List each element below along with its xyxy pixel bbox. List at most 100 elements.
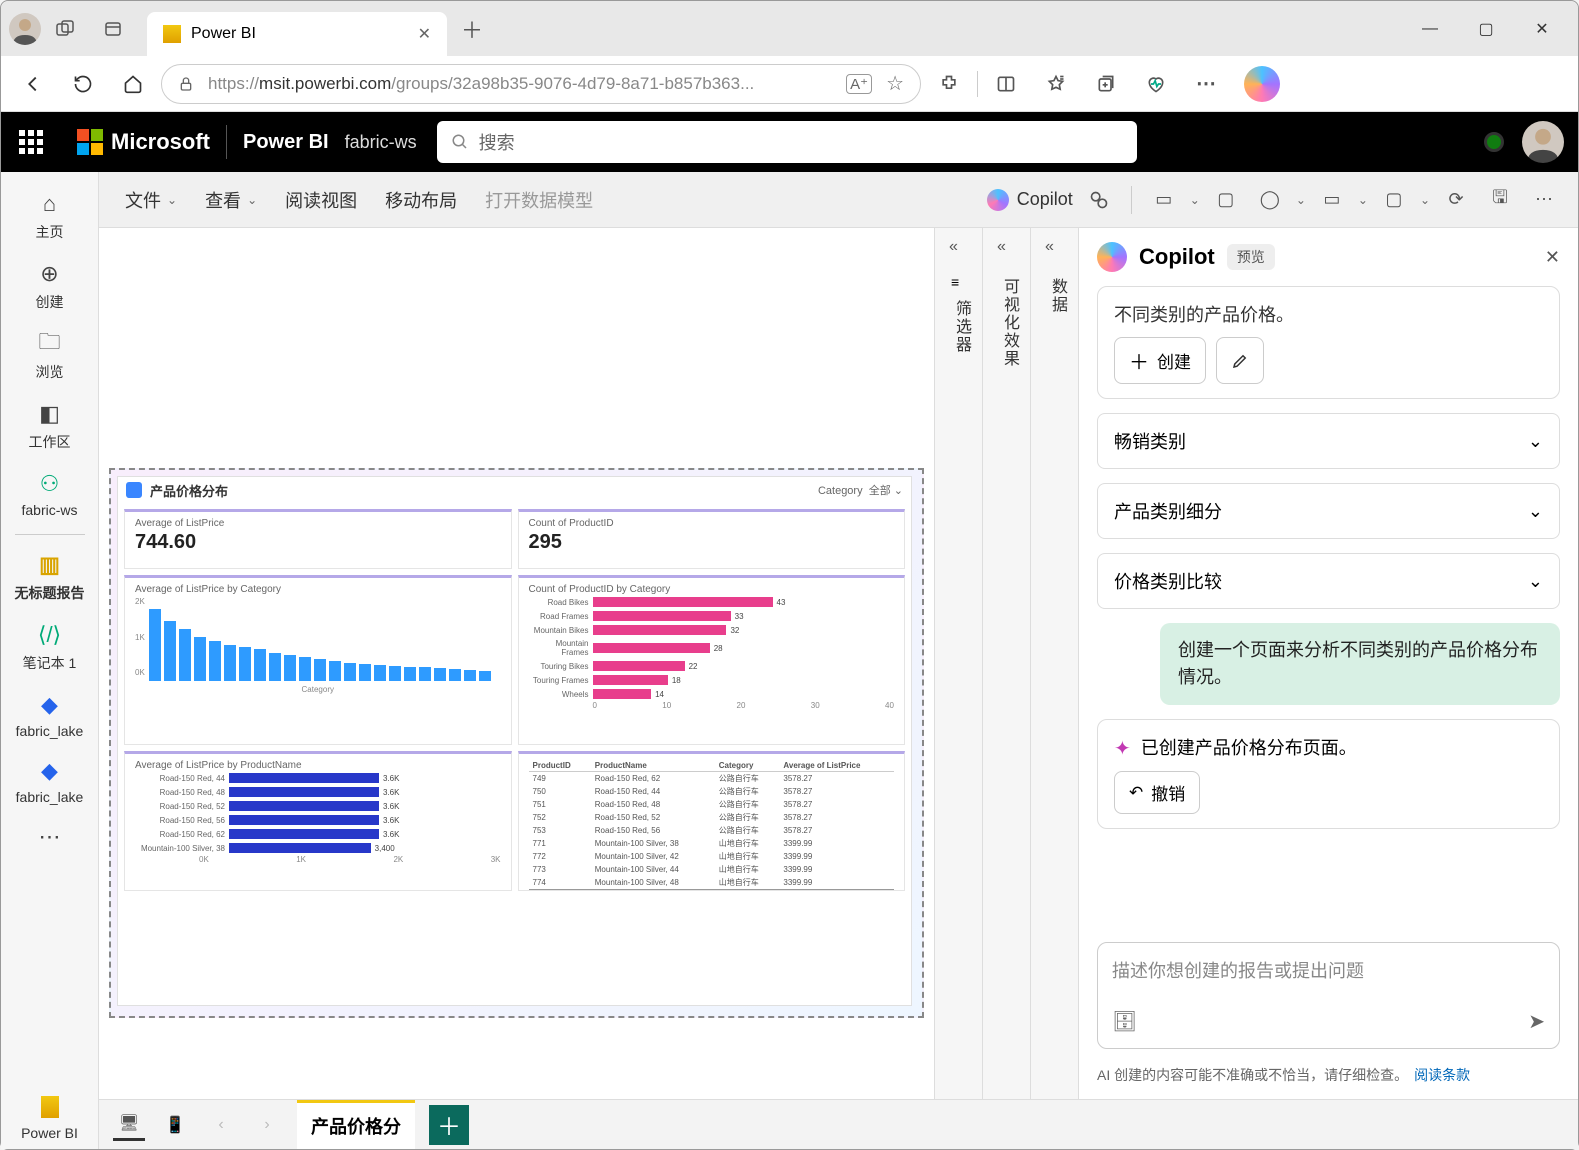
more-icon[interactable]: ⋯ [1184, 62, 1228, 106]
data-panel-collapsed[interactable]: « 数据 [1030, 228, 1078, 1099]
send-icon[interactable]: ➤ [1528, 1009, 1545, 1034]
report-canvas[interactable]: 产品价格分布 Category 全部 ⌄ Average of ListPric… [99, 228, 934, 1099]
url-text: https://msit.powerbi.com/groups/32a98b35… [208, 74, 754, 94]
save-icon[interactable]: 🖫 [1482, 182, 1518, 218]
nav-lake2[interactable]: ◆fabric_lake [5, 749, 95, 813]
prev-page-icon[interactable]: ‹ [205, 1109, 237, 1141]
extensions-icon[interactable] [927, 62, 971, 106]
health-icon[interactable] [1134, 62, 1178, 106]
browser-address-bar: https://msit.powerbi.com/groups/32a98b35… [1, 56, 1578, 112]
window-titlebar: Power BI ✕ ＋ ― ▢ ✕ [1, 1, 1578, 56]
tb-view[interactable]: 查看 ⌄ [195, 181, 267, 219]
visual-icon[interactable]: ▭ [1314, 182, 1350, 218]
nav-fabric-ws[interactable]: ⚇fabric-ws [5, 462, 95, 526]
tb-file[interactable]: 文件 ⌄ [115, 181, 187, 219]
presence-indicator[interactable] [1484, 132, 1504, 152]
tab-title: Power BI [191, 25, 256, 43]
selected-visual-container[interactable]: 产品价格分布 Category 全部 ⌄ Average of ListPric… [109, 468, 924, 1018]
terms-link[interactable]: 阅读条款 [1414, 1067, 1470, 1083]
tb-copilot[interactable]: Copilot [987, 189, 1073, 211]
tb-mobile-layout[interactable]: 移动布局 [375, 181, 467, 219]
edit-button[interactable] [1216, 337, 1264, 384]
visualizations-panel-collapsed[interactable]: « 可视化效果 [982, 228, 1030, 1099]
maximize-button[interactable]: ▢ [1458, 9, 1514, 49]
chart-count-by-category[interactable]: Count of ProductID by Category Road Bike… [518, 575, 906, 745]
nav-untitled-report[interactable]: ▥无标题报告 [5, 543, 95, 611]
filters-panel-collapsed[interactable]: « ≡ 筛选器 [934, 228, 982, 1099]
browser-tab[interactable]: Power BI ✕ [147, 12, 447, 56]
filters-label: 筛选器 [949, 300, 973, 354]
chart-avg-by-category[interactable]: Average of ListPrice by Category 2K1K0K … [124, 575, 512, 745]
copilot-input[interactable]: 描述你想创建的报告或提出问题 🗄 ➤ [1097, 942, 1560, 1049]
collapse-icon[interactable]: « [1045, 238, 1054, 256]
page-tab-1[interactable]: 产品价格分 [297, 1100, 415, 1149]
close-copilot-button[interactable]: ✕ [1545, 247, 1560, 268]
nav-create[interactable]: ⊕创建 [5, 252, 95, 320]
suggestion-row-1[interactable]: 畅销类别⌄ [1097, 413, 1560, 469]
nav-more[interactable]: ⋯ [5, 815, 95, 859]
hint-text: 不同类别的产品价格。 [1114, 301, 1543, 327]
desktop-view-icon[interactable]: 🖥 [113, 1109, 145, 1141]
detail-table[interactable]: ProductIDProductNameCategoryAverage of L… [518, 751, 906, 891]
image-icon[interactable]: ▢ [1376, 182, 1412, 218]
undo-button[interactable]: ↶撤销 [1114, 771, 1200, 814]
back-button[interactable] [11, 62, 55, 106]
collapse-icon[interactable]: « [997, 238, 1006, 256]
tab-actions-icon[interactable] [89, 9, 137, 49]
split-screen-icon[interactable] [984, 62, 1028, 106]
favorites-icon[interactable] [1034, 62, 1078, 106]
user-message: 创建一个页面来分析不同类别的产品价格分布情况。 [1160, 623, 1560, 705]
profile-avatar-icon[interactable] [9, 13, 41, 45]
close-tab-icon[interactable]: ✕ [418, 24, 431, 44]
workspace-name[interactable]: fabric-ws [345, 132, 417, 153]
suggestion-row-3[interactable]: 价格类别比较⌄ [1097, 553, 1560, 609]
search-input[interactable]: 搜索 [437, 121, 1137, 163]
url-input[interactable]: https://msit.powerbi.com/groups/32a98b35… [161, 64, 921, 104]
new-tab-button[interactable]: ＋ [461, 13, 483, 45]
next-page-icon[interactable]: › [251, 1109, 283, 1141]
plus-circle-icon: ⊕ [36, 260, 64, 288]
copilot-browser-icon[interactable] [1244, 66, 1280, 102]
input-placeholder: 描述你想创建的报告或提出问题 [1112, 957, 1545, 983]
tb-open-data-model: 打开数据模型 [475, 181, 603, 219]
user-avatar[interactable] [1522, 121, 1564, 163]
home-icon: ⌂ [36, 190, 64, 218]
nav-notebook[interactable]: ⟨/⟩笔记本 1 [5, 613, 95, 681]
data-icon[interactable]: 🗄 [1112, 1009, 1137, 1034]
product-name[interactable]: Power BI [243, 131, 329, 154]
copilot-icon [987, 189, 1009, 211]
collections-icon[interactable] [1084, 62, 1128, 106]
close-window-button[interactable]: ✕ [1514, 9, 1570, 49]
refresh-button[interactable] [61, 62, 105, 106]
app-launcher-icon[interactable] [15, 126, 47, 158]
report-page-icon [126, 482, 142, 498]
text-box-icon[interactable]: ▭ [1146, 182, 1182, 218]
kpi-count-productid[interactable]: Count of ProductID 295 [518, 509, 906, 569]
shapes-icon[interactable]: ▢ [1208, 182, 1244, 218]
mobile-view-icon[interactable]: 📱 [159, 1109, 191, 1141]
create-button[interactable]: ＋创建 [1114, 337, 1206, 384]
kpi-avg-listprice[interactable]: Average of ListPrice 744.60 [124, 509, 512, 569]
search-placeholder: 搜索 [479, 129, 515, 155]
nav-powerbi[interactable]: Power BI [5, 1085, 95, 1149]
nav-home[interactable]: ⌂主页 [5, 182, 95, 250]
home-button[interactable] [111, 62, 155, 106]
workspaces-icon[interactable] [41, 9, 89, 49]
toolbar-more-icon[interactable]: ⋯ [1526, 182, 1562, 218]
chart-avg-by-productname[interactable]: Average of ListPrice by ProductName Road… [124, 751, 512, 891]
suggestion-row-2[interactable]: 产品类别细分⌄ [1097, 483, 1560, 539]
refresh-icon[interactable]: ⟳ [1438, 182, 1474, 218]
tb-reading-view[interactable]: 阅读视图 [275, 181, 367, 219]
add-page-button[interactable]: ＋ [429, 1105, 469, 1145]
nav-lake1[interactable]: ◆fabric_lake [5, 683, 95, 747]
favorite-icon[interactable]: ☆ [886, 71, 904, 96]
nav-workspaces[interactable]: ◧工作区 [5, 392, 95, 460]
minimize-button[interactable]: ― [1402, 9, 1458, 49]
notebook-icon: ⟨/⟩ [36, 621, 64, 649]
powerbi-nav-icon [36, 1093, 64, 1121]
explore-icon[interactable] [1081, 182, 1117, 218]
reader-mode-icon[interactable]: A⁺ [846, 74, 872, 94]
nav-browse[interactable]: 🗀浏览 [5, 322, 95, 390]
buttons-icon[interactable]: ◯ [1252, 182, 1288, 218]
collapse-icon[interactable]: « [949, 238, 958, 256]
